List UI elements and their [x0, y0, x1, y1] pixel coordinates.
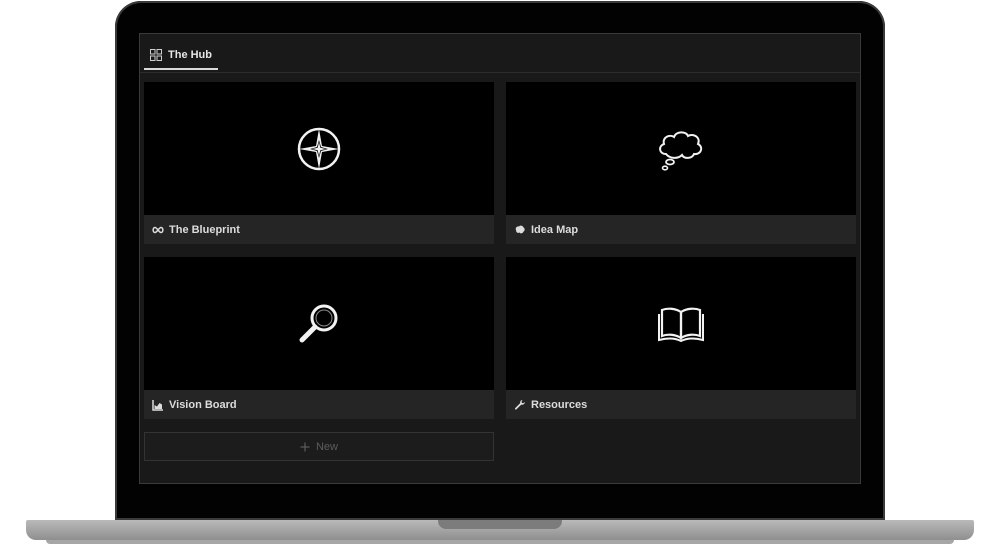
- tab-label: The Hub: [168, 49, 212, 61]
- thought-cloud-icon: [659, 130, 703, 171]
- laptop-shadow: [46, 540, 954, 544]
- card-the-blueprint[interactable]: The Blueprint: [144, 82, 494, 244]
- open-book-icon: [658, 307, 704, 342]
- infinity-icon: [152, 226, 164, 233]
- plus-icon: [300, 442, 310, 451]
- card-idea-map[interactable]: Idea Map: [506, 82, 856, 244]
- card-title: Resources: [531, 398, 588, 411]
- card-title: Vision Board: [169, 398, 237, 411]
- card-vision-board[interactable]: Vision Board: [144, 257, 494, 419]
- laptop-notch: [438, 520, 562, 529]
- card-footer: Vision Board: [144, 390, 494, 419]
- card-cover: [506, 82, 856, 215]
- card-footer: Resources: [506, 390, 856, 419]
- card-resources[interactable]: Resources: [506, 257, 856, 419]
- grid-icon: [150, 49, 162, 61]
- compass-star-icon: [297, 127, 341, 170]
- tab-the-hub[interactable]: The Hub: [144, 42, 218, 70]
- tab-bar: The Hub: [140, 34, 860, 73]
- brain-icon: [515, 225, 525, 233]
- chart-icon: [152, 399, 163, 411]
- card-cover: [506, 257, 856, 390]
- card-cover: [144, 82, 494, 215]
- card-title: The Blueprint: [169, 223, 240, 236]
- card-footer: Idea Map: [506, 215, 856, 244]
- wrench-icon: [514, 399, 525, 410]
- card-title: Idea Map: [531, 223, 579, 236]
- new-button[interactable]: New: [144, 432, 494, 461]
- card-cover: [144, 257, 494, 390]
- magnifier-icon: [299, 304, 338, 342]
- card-footer: The Blueprint: [144, 215, 494, 244]
- screen: The Hub The Blueprint Idea Map Vision Bo…: [139, 33, 861, 484]
- new-button-label: New: [315, 440, 338, 453]
